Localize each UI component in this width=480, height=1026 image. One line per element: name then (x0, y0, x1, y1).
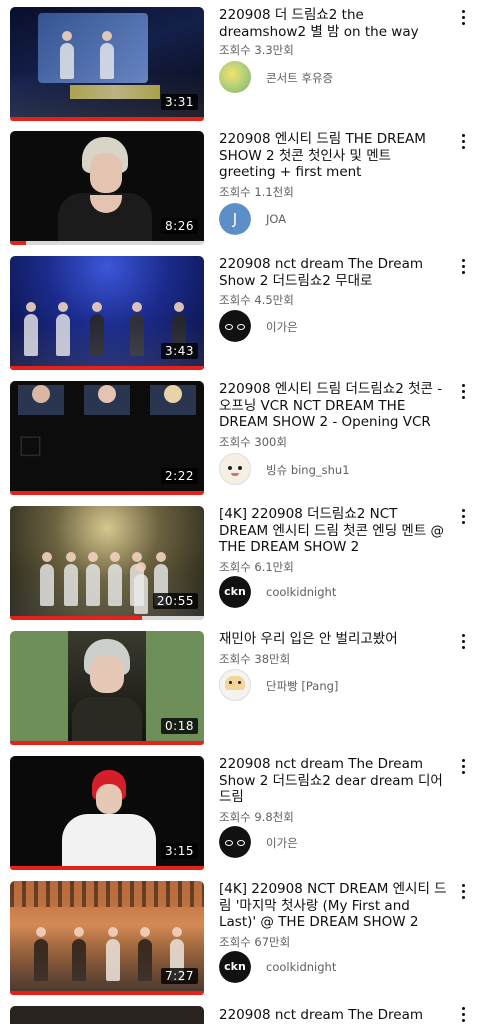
view-count: 조회수 1.1천회 (219, 185, 294, 199)
duration-badge: 3:43 (161, 343, 198, 359)
more-options-icon[interactable] (458, 1004, 470, 1026)
more-options-icon[interactable] (458, 131, 470, 153)
video-thumbnail[interactable]: 8:26 (10, 131, 204, 241)
view-count: 조회수 6.1만회 (219, 560, 294, 574)
video-item[interactable]: 0:18 재민아 우리 입은 안 벌리고봤어 조회수 38만회 단파빵 [Pan… (0, 631, 480, 756)
video-title[interactable]: [4K] 220908 더드림쇼2 NCT DREAM 엔시티 드림 첫콘 엔딩… (219, 506, 447, 556)
view-count: 조회수 4.5만회 (219, 293, 294, 307)
channel-name[interactable]: 단파빵 [Pang] (266, 678, 338, 694)
watch-progress-bar (10, 866, 204, 870)
channel-row[interactable]: 이가은 (219, 826, 459, 858)
landscape-avatar-icon[interactable] (219, 61, 251, 93)
video-thumbnail[interactable]: 0:18 (10, 631, 204, 741)
video-title[interactable]: 220908 엔시티 드림 더드림쇼2 첫콘 - 오프닝 VCR NCT DRE… (219, 381, 447, 431)
more-options-icon[interactable] (458, 381, 470, 403)
watch-progress-bar (10, 117, 204, 121)
video-thumbnail[interactable]: 7:27 (10, 881, 204, 991)
video-title[interactable]: [4K] 220908 NCT DREAM 엔시티 드림 '마지막 첫사랑 (M… (219, 881, 447, 931)
video-feed: 3:31 220908 더 드림쇼2 the dreamshow2 별 밤 on… (0, 0, 480, 1024)
channel-name[interactable]: 이가은 (266, 319, 298, 335)
cartoon-avatar-icon[interactable] (219, 453, 251, 485)
more-options-icon[interactable] (458, 756, 470, 778)
video-item[interactable]: 3:15 220908 nct dream The Dream Show 2 더… (0, 756, 480, 881)
video-item[interactable]: 8:26 220908 엔시티 드림 THE DREAM SHOW 2 첫콘 첫… (0, 131, 480, 256)
channel-name[interactable]: coolkidnight (266, 960, 336, 974)
channel-name[interactable]: coolkidnight (266, 585, 336, 599)
video-thumbnail[interactable]: 3:31 (10, 7, 204, 117)
channel-row[interactable]: 단파빵 [Pang] (219, 669, 459, 701)
more-options-icon[interactable] (458, 881, 470, 903)
ckn-avatar-icon[interactable]: ckn (219, 951, 251, 983)
channel-name[interactable]: 콘서트 후유증 (266, 70, 333, 86)
duration-badge: 2:22 (161, 468, 198, 484)
view-count: 조회수 3.3만회 (219, 43, 294, 57)
view-count: 조회수 300회 (219, 435, 287, 449)
video-title[interactable]: 220908 nct dream The Dream Show 2 더드림쇼2 … (219, 756, 447, 806)
video-title[interactable]: 220908 nct dream The Dream Show 2 더드림쇼2 … (219, 256, 447, 289)
video-item[interactable]: 3:43 220908 nct dream The Dream Show 2 더… (0, 256, 480, 381)
video-item[interactable]: 20:55 [4K] 220908 더드림쇼2 NCT DREAM 엔시티 드림… (0, 506, 480, 631)
more-options-icon[interactable] (458, 256, 470, 278)
watch-progress-bar (10, 241, 204, 245)
watch-progress-bar (10, 991, 204, 995)
more-options-icon[interactable] (458, 7, 470, 29)
video-title[interactable]: 220908 더 드림쇼2 the dreamshow2 별 밤 on the … (219, 7, 447, 40)
eyes-avatar-icon[interactable] (219, 826, 251, 858)
view-count: 조회수 9.8천회 (219, 810, 294, 824)
video-thumbnail[interactable]: 3:43 (10, 256, 204, 366)
view-count: 조회수 38만회 (219, 652, 291, 666)
watch-progress-bar (10, 741, 204, 745)
more-options-icon[interactable] (458, 506, 470, 528)
duration-badge: 8:26 (161, 218, 198, 234)
video-item[interactable]: □ 2:22 220908 엔시티 드림 더드림쇼2 첫콘 - 오프닝 VCR … (0, 381, 480, 506)
watch-progress-bar (10, 616, 204, 620)
channel-row[interactable]: 콘서트 후유증 (219, 61, 459, 93)
video-item[interactable]: 7:27 [4K] 220908 NCT DREAM 엔시티 드림 '마지막 첫… (0, 881, 480, 1006)
video-thumbnail[interactable] (10, 1006, 204, 1024)
watch-progress-bar (10, 491, 204, 495)
channel-name[interactable]: JOA (266, 212, 286, 226)
video-item[interactable]: 3:31 220908 더 드림쇼2 the dreamshow2 별 밤 on… (0, 7, 480, 132)
channel-row[interactable]: ckn coolkidnight (219, 951, 459, 983)
duration-badge: 3:31 (161, 94, 198, 110)
bread-avatar-icon[interactable] (219, 669, 251, 701)
channel-name[interactable]: 빙슈 bing_shu1 (266, 462, 350, 478)
ckn-avatar-icon[interactable]: ckn (219, 576, 251, 608)
eyes-avatar-icon[interactable] (219, 310, 251, 342)
video-title[interactable]: 220908 엔시티 드림 THE DREAM SHOW 2 첫콘 첫인사 및 … (219, 131, 447, 181)
channel-row[interactable]: 이가은 (219, 310, 459, 342)
more-options-icon[interactable] (458, 631, 470, 653)
channel-row[interactable]: 빙슈 bing_shu1 (219, 453, 459, 485)
video-thumbnail[interactable]: 20:55 (10, 506, 204, 616)
letter-avatar-icon[interactable]: J (219, 203, 251, 235)
duration-badge: 3:15 (161, 843, 198, 859)
duration-badge: 20:55 (152, 593, 198, 609)
duration-badge: 7:27 (161, 968, 198, 984)
watch-progress-bar (10, 366, 204, 370)
video-title[interactable]: 220908 nct dream The Dream (219, 1007, 447, 1024)
channel-name[interactable]: 이가은 (266, 835, 298, 851)
channel-row[interactable]: ckn coolkidnight (219, 576, 459, 608)
video-title[interactable]: 재민아 우리 입은 안 벌리고봤어 (219, 631, 447, 648)
view-count: 조회수 67만회 (219, 935, 291, 949)
video-thumbnail[interactable]: 3:15 (10, 756, 204, 866)
video-thumbnail[interactable]: □ 2:22 (10, 381, 204, 491)
duration-badge: 0:18 (161, 718, 198, 734)
video-item-partial[interactable]: 220908 nct dream The Dream (0, 1004, 480, 1024)
channel-row[interactable]: J JOA (219, 203, 459, 235)
